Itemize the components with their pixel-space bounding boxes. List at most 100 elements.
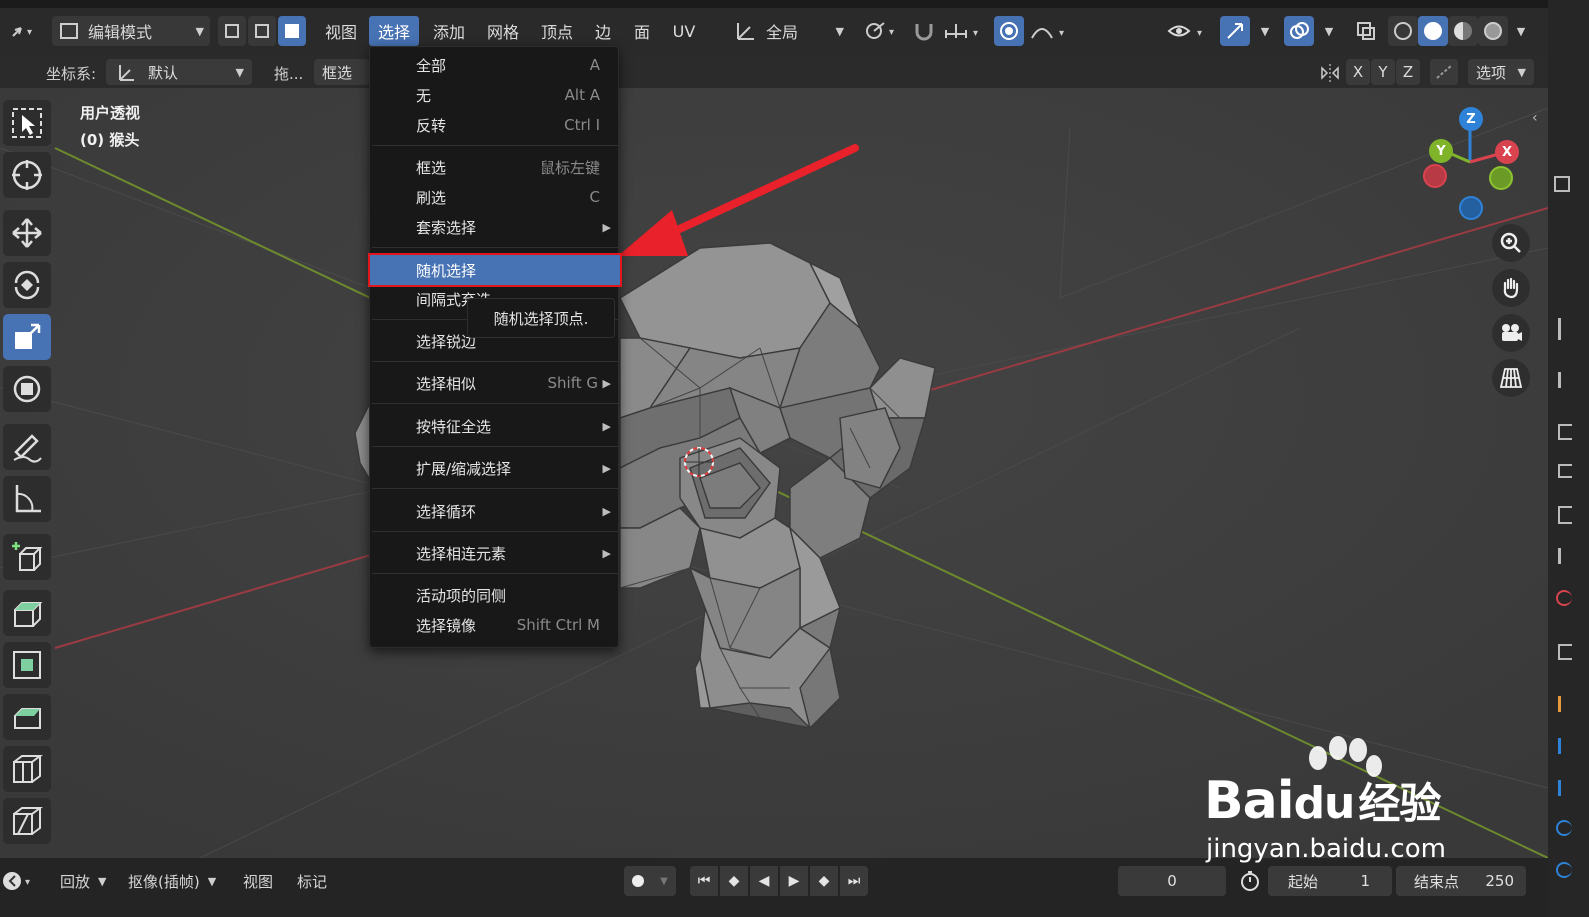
menu-item-select-linked[interactable]: 选择相连元素 ▶ [370, 538, 620, 568]
record-button[interactable] [624, 866, 652, 896]
menu-item-side-of-active[interactable]: 活动项的同侧 [370, 580, 620, 610]
mirror-z-toggle[interactable]: Z [1396, 59, 1420, 85]
preview-range-toggle[interactable] [1238, 866, 1262, 896]
output-tab-icon[interactable] [1558, 464, 1572, 478]
object-tab-icon[interactable] [1558, 644, 1572, 660]
rendered-shading-button[interactable] [1478, 16, 1508, 46]
menu-face[interactable]: 面 [628, 16, 656, 46]
menu-select[interactable]: 选择 [369, 16, 419, 46]
edge-select-button[interactable] [248, 16, 276, 46]
modifier-tab-icon[interactable] [1558, 696, 1572, 712]
navigation-gizmo[interactable]: Z Y X [1418, 104, 1528, 220]
perspective-toggle-button[interactable] [1492, 359, 1530, 397]
transform-tool[interactable] [3, 366, 51, 412]
timeline-view-menu[interactable]: 视图 [243, 868, 273, 894]
options-dropdown[interactable]: 选项 ▼ [1468, 59, 1534, 85]
overlays-toggle[interactable] [1284, 16, 1314, 46]
snap-target-dropdown[interactable]: ▾ [940, 16, 986, 46]
visibility-dropdown[interactable]: ▾ [1164, 16, 1212, 46]
timeline-editor-type-button[interactable]: ▾ [0, 868, 40, 894]
viewlayer-tab-icon[interactable] [1558, 506, 1572, 524]
play-button[interactable]: ▶ [780, 866, 808, 896]
gizmo-z-axis[interactable]: Z [1459, 107, 1483, 131]
menu-vertex[interactable]: 顶点 [534, 16, 580, 46]
menu-item-select-random[interactable]: 随机选择 [368, 253, 622, 287]
menu-item-select-mirror[interactable]: 选择镜像 Shift Ctrl M [370, 610, 620, 640]
menu-item-select-all[interactable]: 全部 A [370, 50, 620, 80]
menu-add[interactable]: 添加 [426, 16, 472, 46]
transform-orientation-dropdown[interactable]: 全局 ▼ [732, 16, 850, 46]
drag-mode-dropdown[interactable]: 框选 [314, 59, 370, 85]
inset-tool[interactable] [3, 642, 51, 688]
gizmo-neg-z[interactable] [1459, 196, 1483, 220]
world-tab-icon[interactable] [1556, 590, 1572, 606]
mode-selector[interactable]: 编辑模式 ▼ [52, 16, 210, 46]
zoom-button[interactable] [1492, 224, 1530, 262]
mirror-x-toggle[interactable]: X [1346, 59, 1370, 85]
prev-keyframe-button[interactable]: ◆ [720, 866, 748, 896]
sidebar-tab-icon[interactable] [1554, 176, 1570, 192]
mirror-y-toggle[interactable]: Y [1371, 59, 1395, 85]
material-shading-button[interactable] [1448, 16, 1478, 46]
keying-menu[interactable]: 抠像(插帧) ▼ [128, 868, 216, 894]
menu-item-box-select[interactable]: 框选 鼠标左键 [370, 152, 620, 182]
mirror-toggle[interactable] [1318, 60, 1342, 86]
menu-mesh[interactable]: 网格 [480, 16, 526, 46]
timeline-marker-menu[interactable]: 标记 [297, 868, 327, 894]
knife-tool[interactable] [3, 798, 51, 844]
coord-system-dropdown[interactable]: 默认 ▼ [106, 59, 252, 85]
gizmo-dropdown[interactable]: ▼ [1252, 16, 1274, 46]
current-frame-field[interactable]: 0 [1118, 866, 1226, 896]
proportional-falloff-dropdown[interactable]: ▾ [1026, 16, 1072, 46]
pan-button[interactable] [1492, 269, 1530, 307]
pivot-point-dropdown[interactable]: ▾ [858, 16, 902, 46]
menu-item-select-all-by-trait[interactable]: 按特征全选 ▶ [370, 411, 620, 441]
overlays-dropdown[interactable]: ▼ [1316, 16, 1338, 46]
move-tool[interactable] [3, 210, 51, 256]
scene-tab-icon[interactable] [1558, 548, 1572, 564]
extrude-tool[interactable] [3, 590, 51, 636]
play-reverse-button[interactable]: ◀ [750, 866, 778, 896]
gizmo-x-axis[interactable]: X [1495, 140, 1519, 164]
auto-merge-toggle[interactable] [1430, 59, 1458, 85]
next-keyframe-button[interactable]: ◆ [810, 866, 838, 896]
wireframe-shading-button[interactable] [1388, 16, 1418, 46]
shading-dropdown[interactable]: ▼ [1508, 16, 1530, 46]
menu-item-circle-select[interactable]: 刷选 C [370, 182, 620, 212]
rotate-tool[interactable] [3, 262, 51, 308]
menu-edge[interactable]: 边 [590, 16, 616, 46]
select-box-tool[interactable] [3, 100, 51, 146]
solid-shading-button[interactable] [1418, 16, 1448, 46]
start-frame-field[interactable]: 起始 1 [1268, 866, 1392, 896]
physics-tab-icon[interactable] [1558, 780, 1572, 796]
menu-item-select-loops[interactable]: 选择循环 ▶ [370, 496, 620, 526]
cursor-tool[interactable] [3, 152, 51, 198]
annotate-tool[interactable] [3, 424, 51, 470]
face-select-button[interactable] [278, 16, 306, 46]
gizmo-neg-x[interactable] [1423, 164, 1447, 188]
tool-tab-icon[interactable] [1558, 372, 1572, 388]
data-tab-icon[interactable] [1556, 862, 1572, 878]
proportional-edit-toggle[interactable] [994, 16, 1024, 46]
gizmo-y-axis[interactable]: Y [1429, 139, 1453, 163]
menu-item-invert[interactable]: 反转 Ctrl I [370, 110, 620, 140]
record-options-dropdown[interactable]: ▼ [652, 866, 676, 896]
measure-tool[interactable] [3, 476, 51, 522]
menu-item-select-none[interactable]: 无 Alt A [370, 80, 620, 110]
menu-item-select-similar[interactable]: 选择相似 Shift G ▶ [370, 368, 620, 398]
menu-view[interactable]: 视图 [318, 16, 364, 46]
scale-tool[interactable] [3, 314, 51, 360]
snap-toggle[interactable] [910, 16, 938, 46]
sidebar-toggle-arrow[interactable]: ‹ [1532, 110, 1546, 130]
loop-cut-tool[interactable] [3, 746, 51, 792]
item-tab-icon[interactable] [1558, 318, 1572, 340]
jump-start-button[interactable]: ⏮ [690, 866, 718, 896]
gizmo-toggle[interactable] [1220, 16, 1250, 46]
add-cube-tool[interactable] [3, 534, 51, 580]
constraints-tab-icon[interactable] [1556, 820, 1572, 836]
camera-view-button[interactable] [1492, 314, 1530, 352]
vertex-select-button[interactable] [218, 16, 246, 46]
bevel-tool[interactable] [3, 694, 51, 740]
particles-tab-icon[interactable] [1558, 738, 1572, 754]
xray-toggle[interactable] [1352, 16, 1380, 46]
